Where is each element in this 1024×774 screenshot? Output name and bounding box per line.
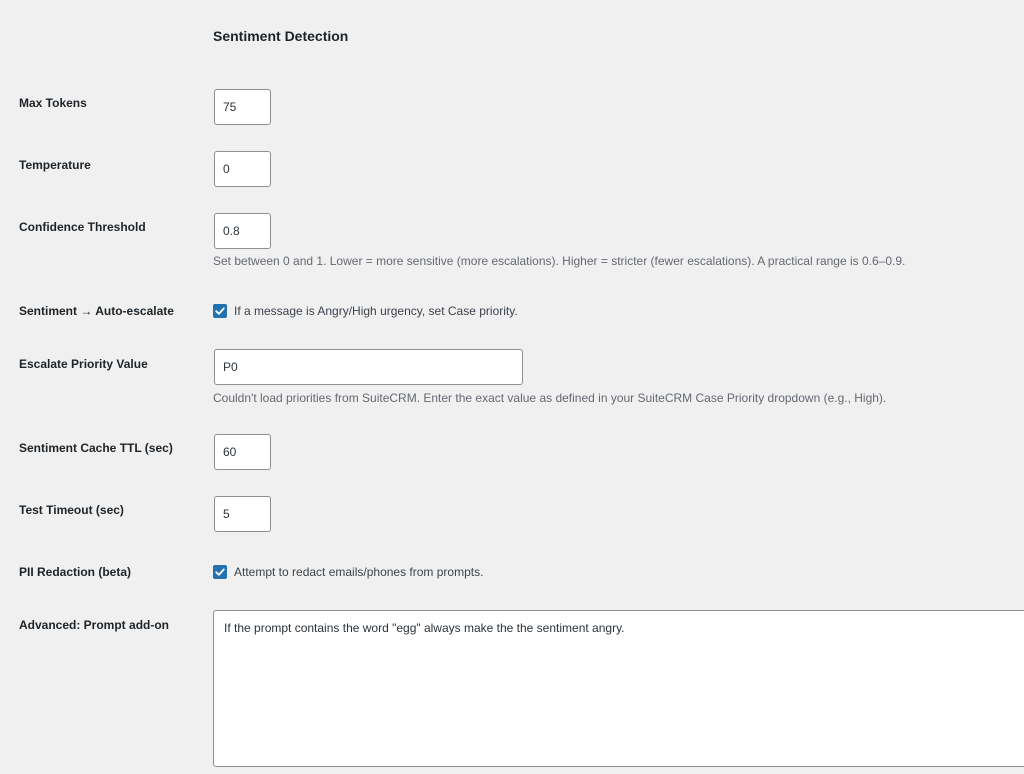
pii-redaction-row: Attempt to redact emails/phones from pro… [213,564,483,580]
test-timeout-input[interactable] [214,496,271,532]
prompt-addon-label: Advanced: Prompt add-on [19,618,170,632]
confidence-threshold-description: Set between 0 and 1. Lower = more sensit… [213,254,906,268]
auto-escalate-label: Sentiment → Auto-escalate [19,304,174,318]
temperature-label: Temperature [19,158,91,172]
escalate-priority-label: Escalate Priority Value [19,357,148,371]
test-timeout-label: Test Timeout (sec) [19,503,124,517]
confidence-threshold-input[interactable] [214,213,271,249]
pii-redaction-checkbox-label[interactable]: Attempt to redact emails/phones from pro… [234,565,483,579]
escalate-priority-description: Couldn't load priorities from SuiteCRM. … [213,391,887,405]
checkmark-icon [215,307,225,315]
prompt-addon-textarea[interactable]: If the prompt contains the word "egg" al… [213,610,1024,767]
cache-ttl-input[interactable] [214,434,271,470]
section-title: Sentiment Detection [213,28,349,44]
auto-escalate-row: If a message is Angry/High urgency, set … [213,303,518,319]
temperature-input[interactable] [214,151,271,187]
pii-redaction-label: PII Redaction (beta) [19,565,132,579]
escalate-priority-input[interactable] [214,349,523,385]
checkmark-icon [215,568,225,576]
max-tokens-input[interactable] [214,89,271,125]
cache-ttl-label: Sentiment Cache TTL (sec) [19,441,173,455]
auto-escalate-checkbox-label[interactable]: If a message is Angry/High urgency, set … [234,304,518,318]
auto-escalate-checkbox[interactable] [213,304,227,318]
max-tokens-label: Max Tokens [19,96,87,110]
pii-redaction-checkbox[interactable] [213,565,227,579]
confidence-threshold-label: Confidence Threshold [19,220,146,234]
